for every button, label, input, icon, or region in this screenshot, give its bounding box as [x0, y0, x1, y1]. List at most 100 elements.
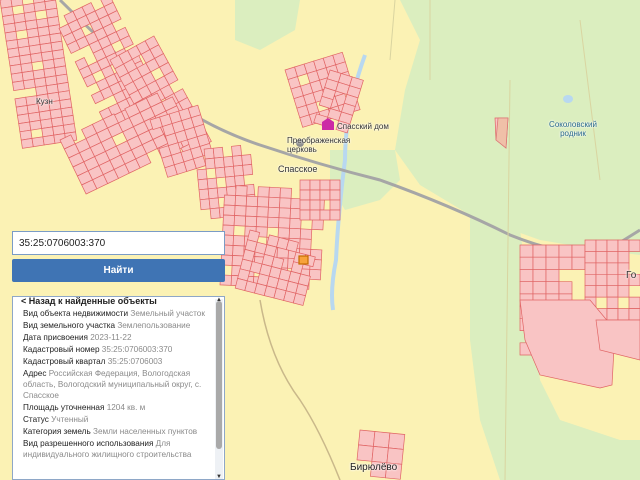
parcel[interactable] [309, 189, 321, 201]
parcel[interactable] [584, 262, 597, 275]
parcel[interactable] [12, 80, 26, 91]
parcel[interactable] [595, 285, 608, 298]
parcel[interactable] [223, 204, 236, 216]
parcel[interactable] [214, 166, 226, 179]
parcel[interactable] [519, 244, 534, 258]
parcel[interactable] [232, 245, 245, 257]
parcel[interactable] [232, 155, 243, 167]
parcel[interactable] [308, 268, 322, 281]
parcel[interactable] [558, 244, 573, 258]
parcel[interactable] [606, 296, 619, 309]
parcel[interactable] [203, 147, 215, 160]
parcel[interactable] [196, 168, 208, 181]
parcel[interactable] [532, 244, 547, 258]
parcel[interactable] [232, 235, 246, 247]
parcel[interactable] [329, 189, 341, 201]
parcel[interactable] [606, 285, 619, 298]
parcel[interactable] [617, 308, 630, 321]
parcel[interactable] [628, 239, 640, 252]
parcel[interactable] [278, 207, 291, 219]
parcel[interactable] [208, 197, 220, 210]
parcel[interactable] [388, 432, 406, 450]
parcel[interactable] [29, 119, 43, 131]
parcel[interactable] [519, 269, 534, 283]
parcel[interactable] [20, 137, 34, 149]
parcel[interactable] [222, 214, 235, 226]
parcel[interactable] [319, 179, 331, 191]
parcel[interactable] [245, 205, 258, 217]
parcel[interactable] [584, 285, 597, 298]
parcel[interactable] [628, 296, 640, 309]
parcel[interactable] [545, 269, 560, 283]
parcel[interactable] [571, 244, 586, 258]
parcel[interactable] [199, 198, 211, 211]
parcel[interactable] [257, 186, 270, 198]
parcel[interactable] [234, 205, 247, 217]
parcel[interactable] [256, 206, 269, 218]
back-to-results-link[interactable]: < Назад к найденные объекты [13, 297, 224, 306]
parcel[interactable] [277, 227, 290, 239]
selected-parcel[interactable] [298, 255, 309, 265]
parcel[interactable] [267, 216, 280, 229]
parcel[interactable] [233, 164, 244, 177]
parcel[interactable] [606, 308, 619, 321]
parcel[interactable] [617, 251, 630, 264]
parcel[interactable] [628, 308, 640, 321]
parcel[interactable] [595, 251, 608, 264]
parcel[interactable] [617, 239, 630, 252]
parcel[interactable] [14, 20, 28, 32]
parcel[interactable] [223, 155, 234, 168]
parcel[interactable] [234, 174, 245, 187]
parcel[interactable] [329, 199, 341, 211]
parcel[interactable] [233, 215, 247, 227]
parcel[interactable] [268, 196, 281, 209]
parcel[interactable] [299, 179, 311, 191]
parcel[interactable] [558, 281, 573, 295]
scroll-down-arrow-icon[interactable]: ▼ [215, 474, 223, 479]
parcel[interactable] [22, 78, 36, 90]
parcel[interactable] [545, 244, 560, 258]
parcel[interactable] [209, 207, 221, 220]
parcel[interactable] [292, 292, 306, 306]
parcel[interactable] [532, 269, 547, 283]
parcel[interactable] [31, 136, 45, 148]
parcel[interactable] [606, 239, 619, 252]
parcel[interactable] [278, 217, 291, 229]
parcel[interactable] [42, 134, 56, 146]
parcel[interactable] [207, 187, 219, 200]
parcel[interactable] [319, 209, 331, 221]
parcel[interactable] [197, 178, 209, 191]
parcel[interactable] [33, 1, 47, 12]
parcel[interactable] [299, 189, 311, 201]
parcel[interactable] [242, 164, 254, 176]
parcel[interactable] [206, 177, 218, 190]
parcel[interactable] [571, 256, 586, 270]
cadastral-number-input[interactable] [12, 231, 225, 255]
find-button[interactable]: Найти [12, 259, 225, 282]
parcel[interactable] [204, 157, 216, 170]
parcel[interactable] [10, 0, 24, 7]
scroll-thumb[interactable] [216, 301, 222, 449]
parcel[interactable] [223, 194, 236, 206]
parcel[interactable] [584, 251, 597, 264]
parcel[interactable] [606, 251, 619, 264]
parcel[interactable] [256, 196, 270, 208]
parcel[interactable] [532, 281, 547, 295]
parcel[interactable] [309, 209, 321, 221]
parcel[interactable] [235, 185, 248, 197]
parcel[interactable] [329, 209, 341, 221]
parcel[interactable] [606, 262, 619, 275]
parcel[interactable] [358, 429, 376, 447]
parcel[interactable] [213, 156, 225, 169]
parcel[interactable] [309, 179, 321, 191]
parcel[interactable] [309, 199, 321, 211]
parcel[interactable] [255, 216, 269, 228]
parcel[interactable] [299, 228, 313, 240]
parcel[interactable] [30, 52, 44, 63]
parcel[interactable] [311, 219, 324, 231]
parcel[interactable] [244, 215, 258, 227]
parcel[interactable] [299, 199, 311, 211]
parcel[interactable] [285, 239, 299, 253]
parcel[interactable] [267, 206, 280, 219]
parcel[interactable] [545, 256, 560, 270]
